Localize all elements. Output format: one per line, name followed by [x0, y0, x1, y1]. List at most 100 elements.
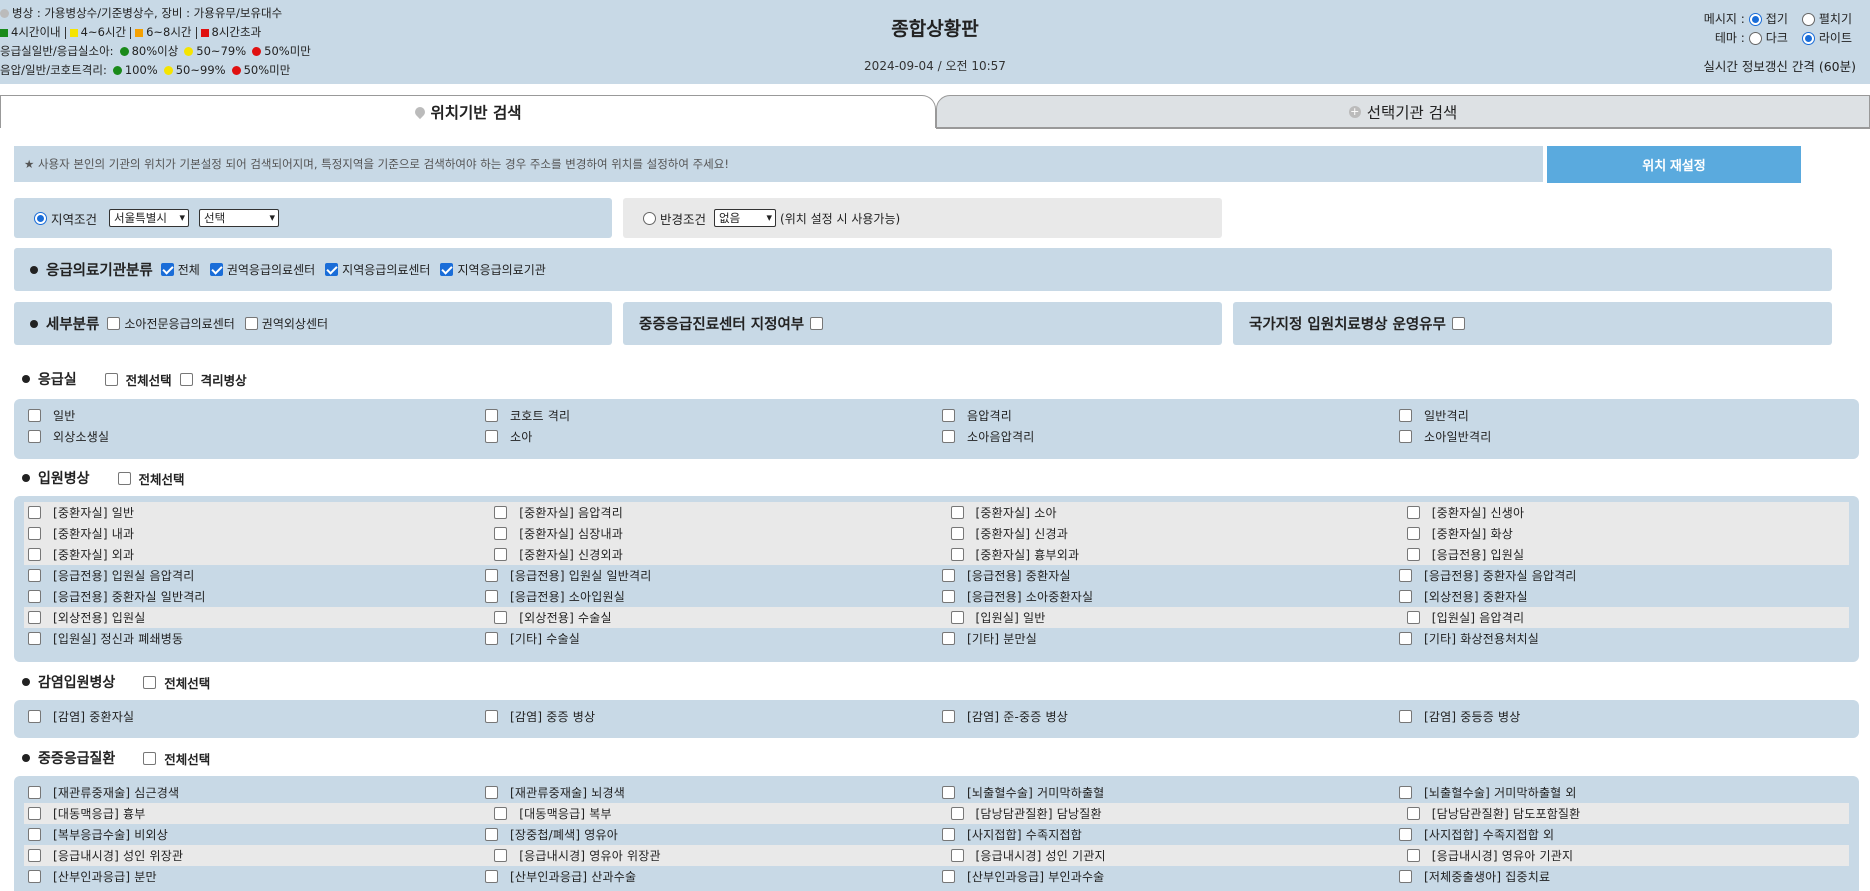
detail-checkbox[interactable] [107, 317, 121, 330]
option-item[interactable]: [산부인과응급] 분만 [14, 868, 471, 885]
option-item[interactable]: [장중첩/폐색] 영유아 [471, 826, 928, 843]
option-item[interactable]: [저체중출생아] 집중치료 [1385, 868, 1842, 885]
option-item[interactable]: [재관류중재술] 뇌경색 [471, 784, 928, 801]
detail-option[interactable]: 소아전문응급의료센터 [107, 315, 235, 332]
option-item[interactable]: [중환자실] 심장내과 [480, 525, 936, 542]
classification-checkbox[interactable] [440, 263, 454, 276]
option-checkbox[interactable] [942, 569, 955, 582]
option-item[interactable]: [입원실] 정신과 폐쇄병동 [14, 630, 471, 647]
option-checkbox[interactable] [1399, 786, 1412, 799]
region-condition-radio[interactable] [34, 211, 47, 225]
option-item[interactable]: [중환자실] 음압격리 [480, 504, 936, 521]
option-item[interactable]: [뇌출혈수술] 거미막하출혈 외 [1385, 784, 1842, 801]
option-item[interactable]: [복부응급수술] 비외상 [14, 826, 471, 843]
option-checkbox[interactable] [1399, 409, 1412, 422]
severe-center-checkbox[interactable] [810, 317, 824, 330]
option-checkbox[interactable] [942, 828, 955, 841]
infection-select-all-checkbox[interactable] [143, 675, 157, 689]
option-item[interactable]: 소아 [471, 428, 928, 445]
option-checkbox[interactable] [28, 786, 41, 799]
option-item[interactable]: [입원실] 음압격리 [1393, 609, 1849, 626]
option-item[interactable]: [담낭담관질환] 담도포함질환 [1393, 805, 1849, 822]
option-checkbox[interactable] [28, 430, 41, 443]
option-checkbox[interactable] [28, 527, 41, 540]
tab-location-search[interactable]: 위치기반 검색 [0, 95, 936, 128]
option-item[interactable]: [재관류중재술] 심근경색 [14, 784, 471, 801]
severe-select-all-checkbox[interactable] [143, 751, 157, 765]
option-checkbox[interactable] [1406, 807, 1420, 820]
option-checkbox[interactable] [942, 409, 955, 422]
classification-option[interactable]: 권역응급의료센터 [209, 261, 315, 278]
option-checkbox[interactable] [485, 870, 498, 883]
severe-select-all-label[interactable]: 전체선택 [164, 749, 210, 768]
national-bed-checkbox[interactable] [1451, 317, 1465, 330]
radius-condition-label[interactable]: 반경조건 [660, 209, 706, 228]
option-item[interactable]: [외상전용] 수술실 [480, 609, 936, 626]
option-checkbox[interactable] [942, 590, 955, 603]
option-checkbox[interactable] [1399, 430, 1412, 443]
detail-checkbox[interactable] [244, 317, 258, 330]
option-checkbox[interactable] [1406, 548, 1420, 561]
option-item[interactable]: [중환자실] 화상 [1393, 525, 1849, 542]
option-item[interactable]: [담낭담관질환] 담낭질환 [937, 805, 1393, 822]
option-checkbox[interactable] [942, 710, 955, 723]
option-checkbox[interactable] [950, 611, 964, 624]
option-checkbox[interactable] [942, 632, 955, 645]
option-item[interactable]: [감염] 준-중증 병상 [928, 708, 1385, 725]
option-item[interactable]: [응급전용] 입원실 음압격리 [14, 567, 471, 584]
option-item[interactable]: 일반 [14, 407, 471, 424]
city-select[interactable]: 서울특별시 [109, 209, 190, 227]
option-checkbox[interactable] [1399, 569, 1412, 582]
option-item[interactable]: [응급내시경] 영유아 위장관 [480, 847, 936, 864]
option-item[interactable]: [응급내시경] 영유아 기관지 [1393, 847, 1849, 864]
option-checkbox[interactable] [942, 430, 955, 443]
option-item[interactable]: [중환자실] 소아 [937, 504, 1393, 521]
option-item[interactable]: [기타] 화상전용처치실 [1385, 630, 1842, 647]
option-checkbox[interactable] [1399, 590, 1412, 603]
message-expand-label[interactable]: 펼치기 [1819, 10, 1852, 29]
option-checkbox[interactable] [485, 710, 498, 723]
theme-light-label[interactable]: 라이트 [1819, 29, 1852, 48]
option-item[interactable]: [중환자실] 내과 [24, 525, 480, 542]
option-checkbox[interactable] [28, 548, 41, 561]
option-checkbox[interactable] [28, 632, 41, 645]
option-checkbox[interactable] [28, 611, 41, 624]
theme-dark-label[interactable]: 다크 [1766, 29, 1788, 48]
option-checkbox[interactable] [1406, 527, 1420, 540]
detail-option[interactable]: 권역외상센터 [244, 315, 328, 332]
option-item[interactable]: [대동맥응급] 복부 [480, 805, 936, 822]
option-item[interactable]: [응급전용] 중환자실 일반격리 [14, 588, 471, 605]
classification-checkbox[interactable] [209, 263, 223, 276]
isolation-bed-label[interactable]: 격리병상 [201, 370, 247, 389]
option-item[interactable]: [대동맥응급] 흉부 [24, 805, 480, 822]
option-checkbox[interactable] [28, 569, 41, 582]
option-item[interactable]: [중환자실] 흉부외과 [937, 546, 1393, 563]
option-checkbox[interactable] [494, 527, 508, 540]
option-checkbox[interactable] [485, 632, 498, 645]
option-checkbox[interactable] [485, 828, 498, 841]
option-item[interactable]: [응급내시경] 성인 위장관 [24, 847, 480, 864]
option-item[interactable]: [응급전용] 입원실 일반격리 [471, 567, 928, 584]
option-item[interactable]: [사지접합] 수족지접합 외 [1385, 826, 1842, 843]
option-item[interactable]: [중환자실] 신생아 [1393, 504, 1849, 521]
option-item[interactable]: [응급내시경] 성인 기관지 [937, 847, 1393, 864]
district-select[interactable]: 선택 [199, 209, 280, 227]
option-item[interactable]: [응급전용] 중환자실 [928, 567, 1385, 584]
option-item[interactable]: [중환자실] 외과 [24, 546, 480, 563]
tab-institution-search[interactable]: + 선택기관 검색 [936, 95, 1870, 128]
option-item[interactable]: [사지접합] 수족지접합 [928, 826, 1385, 843]
region-condition-label[interactable]: 지역조건 [51, 209, 97, 228]
option-checkbox[interactable] [28, 506, 41, 519]
option-checkbox[interactable] [28, 710, 41, 723]
classification-option[interactable]: 전체 [160, 261, 200, 278]
inpatient-select-all-label[interactable]: 전체선택 [139, 469, 185, 488]
option-checkbox[interactable] [485, 409, 498, 422]
option-checkbox[interactable] [28, 409, 41, 422]
option-checkbox[interactable] [28, 849, 41, 862]
classification-checkbox[interactable] [325, 263, 339, 276]
option-item[interactable]: [산부인과응급] 산과수술 [471, 868, 928, 885]
classification-checkbox[interactable] [160, 263, 174, 276]
option-item[interactable]: [응급전용] 소아중환자실 [928, 588, 1385, 605]
option-checkbox[interactable] [485, 569, 498, 582]
option-checkbox[interactable] [950, 548, 964, 561]
